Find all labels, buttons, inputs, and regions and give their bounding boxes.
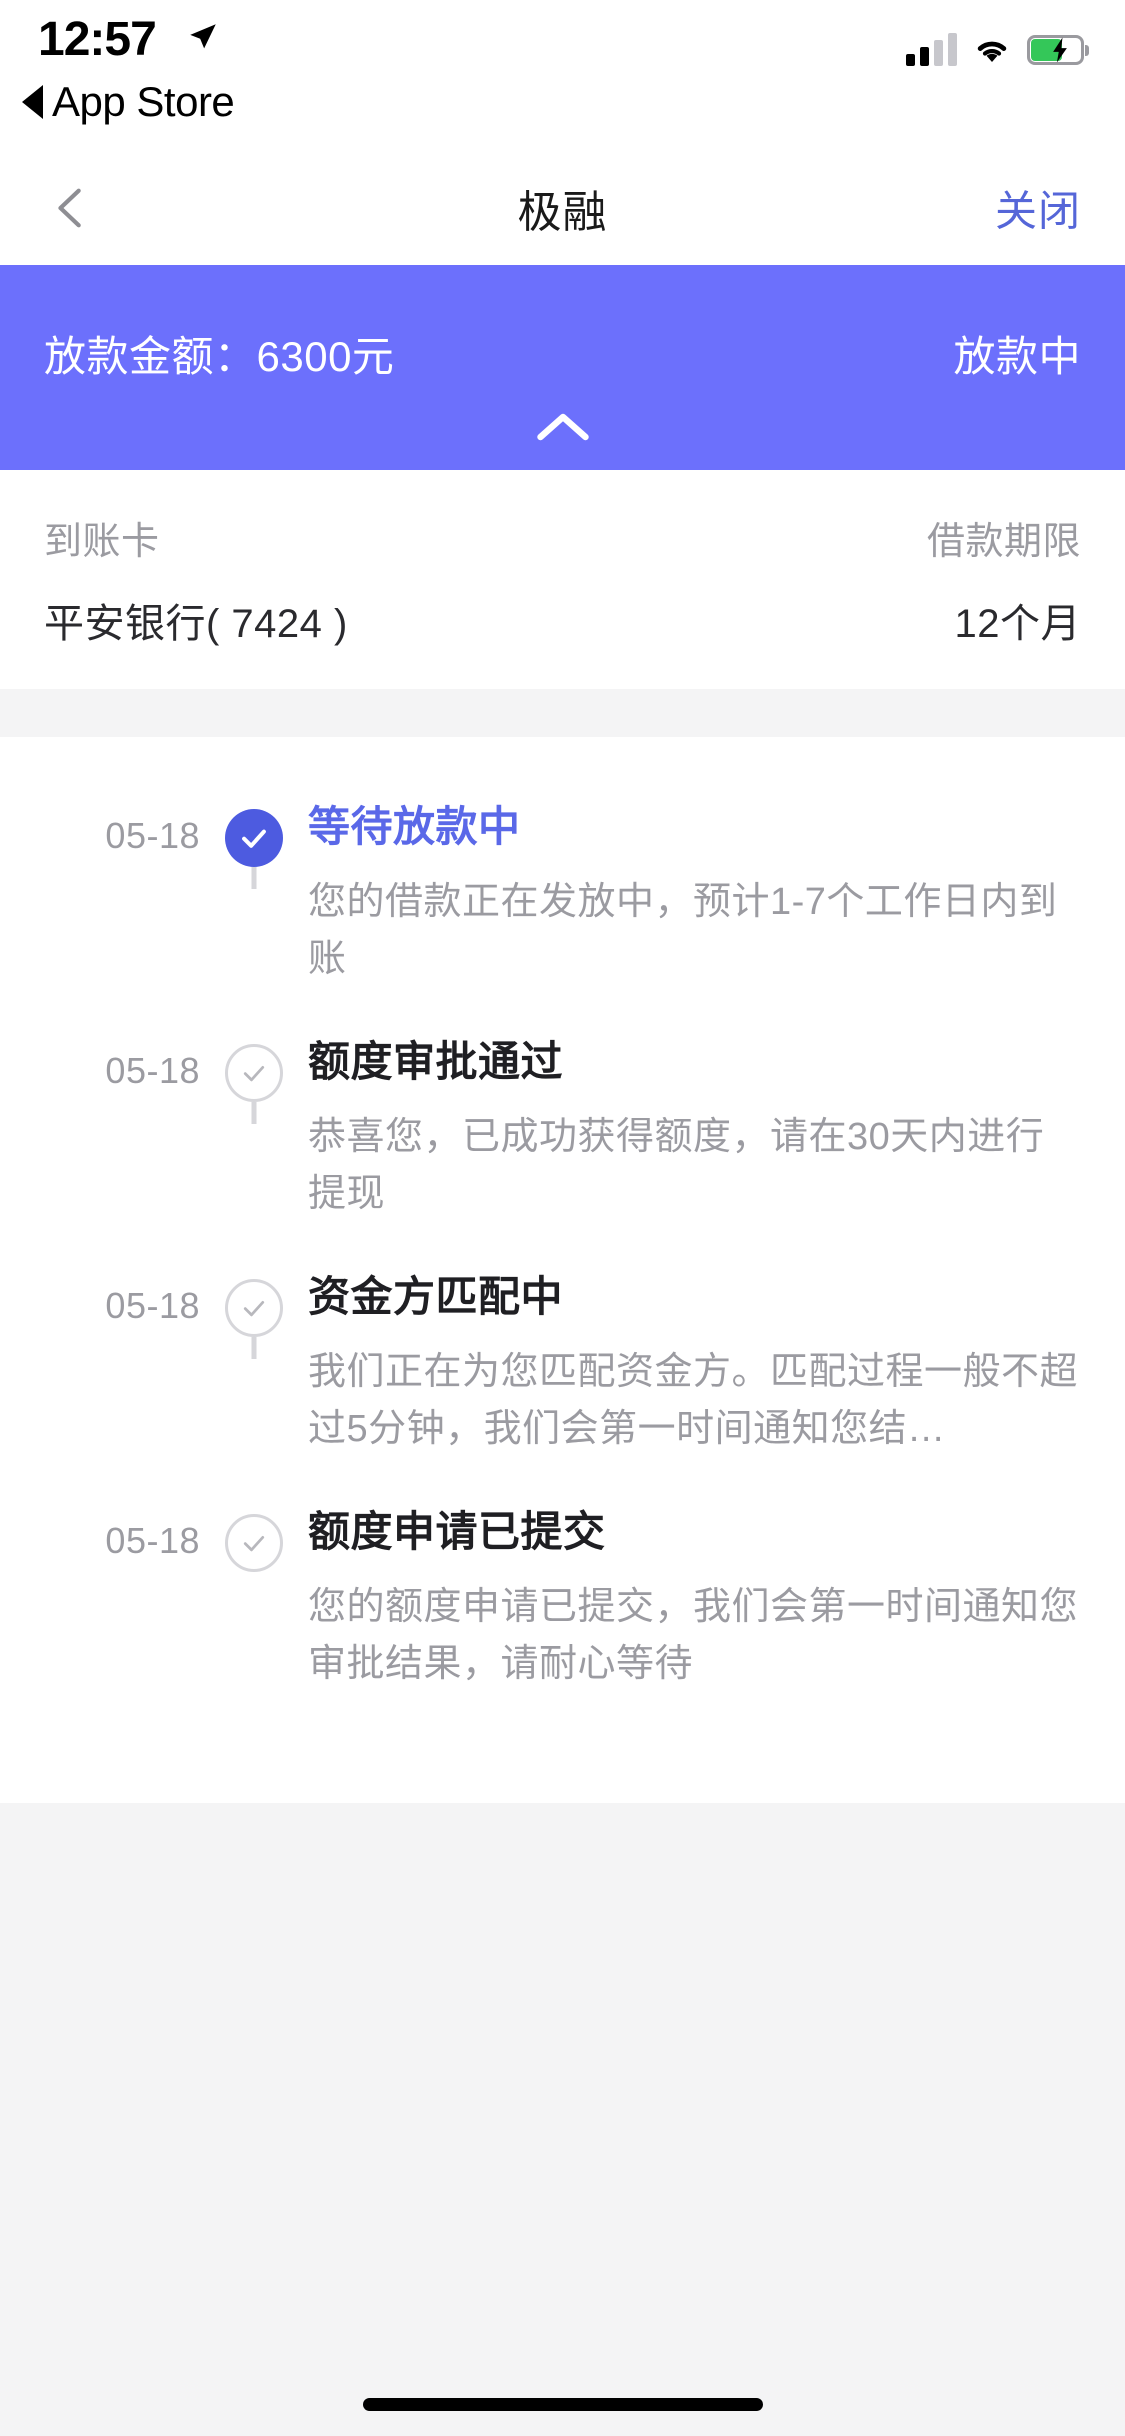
timeline-date: 05-18 <box>105 1050 200 1091</box>
timeline-title: 等待放款中 <box>308 803 521 850</box>
check-circle-outline-icon <box>225 1044 283 1102</box>
check-circle-outline-icon <box>225 1514 283 1572</box>
navigation-bar: 极融 关闭 <box>0 150 1125 265</box>
timeline-content: 额度申请已提交 您的额度申请已提交，我们会第一时间通知您审批结果，请耐心等待 <box>308 1498 1125 1733</box>
check-circle-outline-icon <box>225 1279 283 1337</box>
loan-info-card: 到账卡 借款期限 平安银行( 7424 ) 12个月 <box>0 470 1125 689</box>
back-to-app-store-label: App Store <box>52 78 235 125</box>
status-bar-indicators <box>906 28 1089 72</box>
timeline-date: 05-18 <box>105 1285 200 1326</box>
timeline-item: 05-18 等待放款中 您的借款正在发放中，预计1-7个工作日内到账 <box>0 793 1125 1028</box>
timeline-content: 额度审批通过 恭喜您，已成功获得额度，请在30天内进行提现 <box>308 1028 1125 1263</box>
timeline-marker <box>200 1028 308 1124</box>
timeline-item: 05-18 资金方匹配中 我们正在为您匹配资金方。匹配过程一般不超过5分钟，我们… <box>0 1263 1125 1498</box>
wifi-icon <box>977 41 1007 62</box>
chevron-left-icon <box>58 188 81 227</box>
phone-screen: 12:57 App Store 极融 关闭 放款金额：6300元 放款中 到账卡… <box>0 0 1125 2436</box>
home-indicator[interactable] <box>362 2398 763 2411</box>
banner-collapse-button[interactable] <box>527 406 599 448</box>
battery-charging-icon <box>1027 35 1089 65</box>
location-arrow-icon <box>190 24 216 49</box>
chevron-up-icon <box>536 413 589 441</box>
loan-term-value: 12个月 <box>954 602 1081 646</box>
info-labels-row: 到账卡 借款期限 <box>44 510 1081 565</box>
timeline-connector-line <box>251 867 257 889</box>
loan-amount-text: 放款金额：6300元 <box>44 333 395 380</box>
status-bar: 12:57 App Store <box>0 0 1125 150</box>
page-title: 极融 <box>517 187 608 237</box>
loan-status-banner: 放款金额：6300元 放款中 <box>0 265 1125 470</box>
timeline-title: 额度审批通过 <box>308 1038 564 1085</box>
timeline-marker <box>200 1498 308 1572</box>
back-to-app-store-button[interactable]: App Store <box>22 78 235 126</box>
timeline-title: 资金方匹配中 <box>308 1273 564 1320</box>
timeline-title: 额度申请已提交 <box>308 1508 606 1555</box>
timeline-content: 资金方匹配中 我们正在为您匹配资金方。匹配过程一般不超过5分钟，我们会第一时间通… <box>308 1263 1125 1498</box>
section-divider <box>0 689 1125 737</box>
timeline-connector-line <box>251 1337 257 1359</box>
timeline-description: 恭喜您，已成功获得额度，请在30天内进行提现 <box>308 1116 1045 1215</box>
info-values-row: 平安银行( 7424 ) 12个月 <box>44 591 1081 649</box>
loan-status-badge: 放款中 <box>953 333 1081 380</box>
timeline-date: 05-18 <box>105 1520 200 1561</box>
timeline-date: 05-18 <box>105 815 200 856</box>
timeline-marker <box>200 793 308 889</box>
close-button[interactable]: 关闭 <box>995 177 1081 238</box>
check-circle-filled-icon <box>225 809 283 867</box>
timeline-description: 我们正在为您匹配资金方。匹配过程一般不超过5分钟，我们会第一时间通知您结… <box>308 1351 1079 1450</box>
cellular-signal-icon <box>906 33 957 66</box>
nav-back-button[interactable] <box>48 180 94 236</box>
receiving-card-value: 平安银行( 7424 ) <box>44 602 348 646</box>
loan-progress-timeline: 05-18 等待放款中 您的借款正在发放中，预计1-7个工作日内到账 05-18 <box>0 737 1125 1803</box>
timeline-item: 05-18 额度审批通过 恭喜您，已成功获得额度，请在30天内进行提现 <box>0 1028 1125 1263</box>
timeline-content: 等待放款中 您的借款正在发放中，预计1-7个工作日内到账 <box>308 793 1125 1028</box>
timeline-marker <box>200 1263 308 1359</box>
banner-content-row: 放款金额：6300元 放款中 <box>44 265 1081 384</box>
triangle-left-icon <box>22 85 43 119</box>
timeline-description: 您的借款正在发放中，预计1-7个工作日内到账 <box>308 881 1058 980</box>
timeline-item: 05-18 额度申请已提交 您的额度申请已提交，我们会第一时间通知您审批结果，请… <box>0 1498 1125 1733</box>
loan-term-label: 借款期限 <box>926 521 1081 563</box>
receiving-card-label: 到账卡 <box>44 521 160 563</box>
status-bar-clock: 12:57 <box>38 13 157 66</box>
timeline-description: 您的额度申请已提交，我们会第一时间通知您审批结果，请耐心等待 <box>308 1586 1079 1685</box>
timeline-connector-line <box>251 1102 257 1124</box>
